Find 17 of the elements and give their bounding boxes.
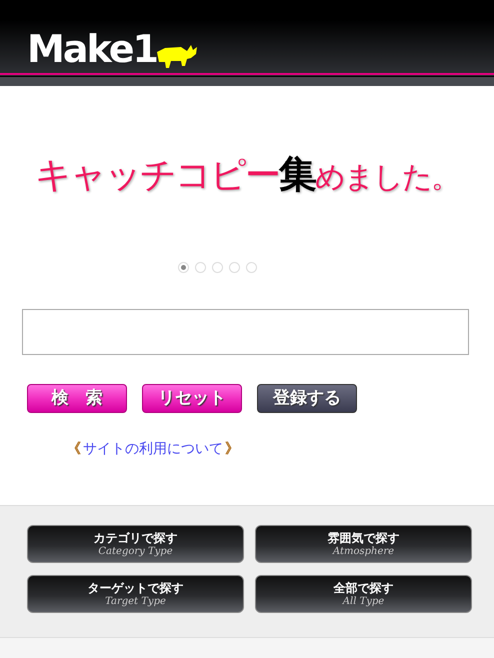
category-button[interactable]: ターゲットで探す Target Type (27, 575, 244, 613)
catchphrase-text: キャッチコピー集めました。 (35, 152, 459, 198)
carousel-dot[interactable] (229, 262, 240, 273)
register-button[interactable]: 登録する (257, 384, 357, 413)
bracket-icon: 》 (225, 439, 239, 460)
carousel-dot[interactable] (195, 262, 206, 273)
site-usage-link[interactable]: サイトの利用について (83, 439, 223, 460)
search-field[interactable] (22, 309, 469, 355)
bracket-icon: 《 (67, 439, 81, 460)
category-button[interactable]: カテゴリで探す Category Type (27, 525, 244, 563)
category-button[interactable]: 雰囲気で探す Atmosphere (255, 525, 472, 563)
carousel-dot[interactable] (212, 262, 223, 273)
category-button[interactable]: 全部で探す All Type (255, 575, 472, 613)
reset-button[interactable]: リセット (142, 384, 242, 413)
logo: Make1 (27, 30, 157, 72)
carousel-dot[interactable] (178, 262, 189, 273)
carousel-dot[interactable] (246, 262, 257, 273)
